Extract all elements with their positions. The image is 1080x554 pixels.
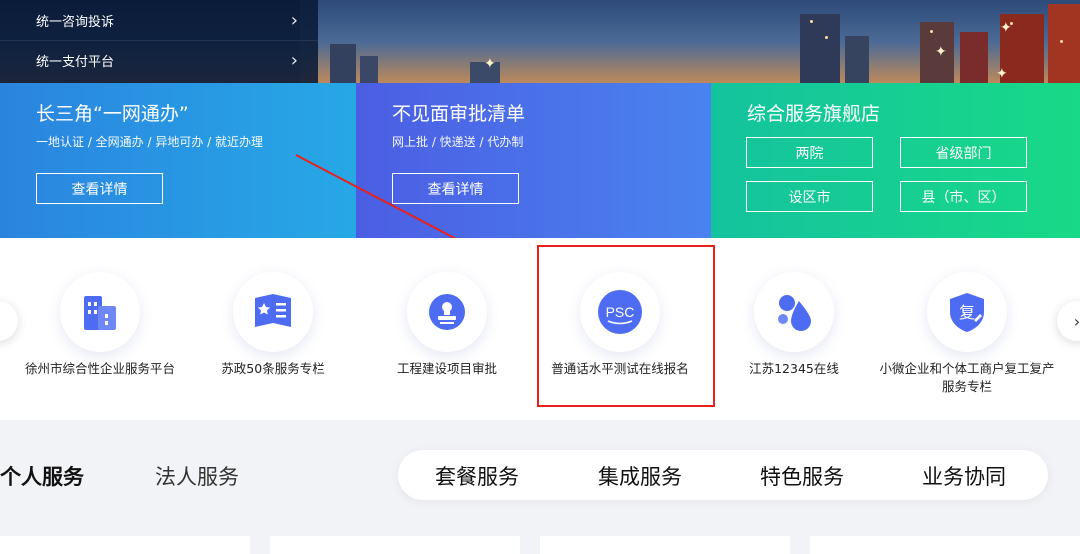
side-item-payment[interactable]: 统一支付平台 › (0, 40, 318, 80)
card-flagship-store: 综合服务旗舰店 两院 省级部门 设区市 县（市、区） (711, 83, 1080, 238)
service-suzheng-50[interactable]: 苏政50条服务专栏 (183, 238, 363, 420)
card-approval-list: 不见面审批清单 网上批 / 快递送 / 代办制 查看详情 (356, 83, 711, 238)
service-jiangsu-12345[interactable]: 江苏12345在线 (704, 238, 884, 420)
courts-button[interactable]: 两院 (746, 137, 873, 168)
service-strip: ‹ 徐州市综合性企业服务平台 (0, 238, 1080, 420)
content-card (810, 536, 1080, 554)
service-construction-approval[interactable]: 工程建设项目审批 (357, 238, 537, 420)
service-label: 江苏12345在线 (749, 361, 839, 376)
tab-integrated-services[interactable]: 集成服务 (598, 461, 682, 491)
page: ✦ ✦ ✦ ✦ 统一咨询投诉 › 统一支付平台 › 长三角“一网通办” 一地认证… (0, 0, 1080, 554)
content-card (0, 536, 250, 554)
tab-featured-services[interactable]: 特色服务 (760, 461, 844, 491)
tab-package-services[interactable]: 套餐服务 (435, 461, 519, 491)
side-menu: 统一咨询投诉 › 统一支付平台 › (0, 0, 318, 84)
content-card (540, 536, 790, 554)
card-title: 不见面审批清单 (392, 103, 526, 125)
provincial-departments-button[interactable]: 省级部门 (900, 137, 1027, 168)
tab-corporate-services[interactable]: 法人服务 (155, 461, 239, 491)
service-putonghua-test[interactable]: PSC 普通话水平测试在线报名 (530, 238, 710, 420)
service-xuzhou-platform[interactable]: 徐州市综合性企业服务平台 (10, 238, 190, 420)
card-yangtze-delta: 长三角“一网通办” 一地认证 / 全网通办 / 异地可办 / 就近办理 查看详情 (0, 83, 356, 238)
side-item-label: 统一支付平台 (36, 55, 115, 70)
carousel-next-button[interactable]: › (1057, 301, 1080, 341)
service-resume-work[interactable]: 复 小微企业和个体工商户复工复产服务专栏 (877, 238, 1057, 420)
psc-icon-text: PSC (606, 304, 635, 320)
side-item-label: 统一咨询投诉 (36, 14, 115, 30)
psc-icon: PSC (580, 272, 660, 352)
book-star-icon (233, 272, 313, 352)
service-label: 苏政50条服务专栏 (221, 361, 325, 376)
shield-icon-text: 复 (959, 303, 975, 322)
tab-personal-services[interactable]: 个人服务 (0, 461, 84, 491)
service-label: 小微企业和个体工商户复工复产服务专栏 (879, 361, 1055, 394)
card-subtitle: 网上批 / 快递送 / 代办制 (392, 135, 524, 149)
side-item-complaints[interactable]: 统一咨询投诉 › (0, 0, 318, 40)
content-card (270, 536, 520, 554)
service-label: 普通话水平测试在线报名 (551, 361, 689, 376)
city-button[interactable]: 设区市 (746, 181, 873, 212)
county-button[interactable]: 县（市、区） (900, 181, 1027, 212)
card-title: 长三角“一网通办” (36, 103, 189, 125)
view-details-button[interactable]: 查看详情 (392, 173, 519, 204)
stamp-icon (407, 272, 487, 352)
view-details-button[interactable]: 查看详情 (36, 173, 163, 204)
chevron-right-icon: › (290, 50, 298, 71)
sub-tab-bar: 套餐服务 集成服务 特色服务 业务协同 (398, 450, 1048, 500)
hero-banner: ✦ ✦ ✦ ✦ 统一咨询投诉 › 统一支付平台 › (0, 0, 1080, 84)
card-subtitle: 一地认证 / 全网通办 / 异地可办 / 就近办理 (36, 135, 264, 149)
service-tabs: 个人服务 法人服务 套餐服务 集成服务 特色服务 业务协同 (0, 420, 1080, 554)
tab-business-collaboration[interactable]: 业务协同 (922, 461, 1006, 491)
card-title: 综合服务旗舰店 (747, 103, 881, 125)
service-label: 徐州市综合性企业服务平台 (24, 361, 175, 376)
chevron-right-icon: › (290, 9, 298, 31)
drops-icon (754, 272, 834, 352)
building-icon (60, 272, 140, 352)
service-label: 工程建设项目审批 (396, 361, 497, 376)
shield-fu-icon: 复 (927, 272, 1007, 352)
